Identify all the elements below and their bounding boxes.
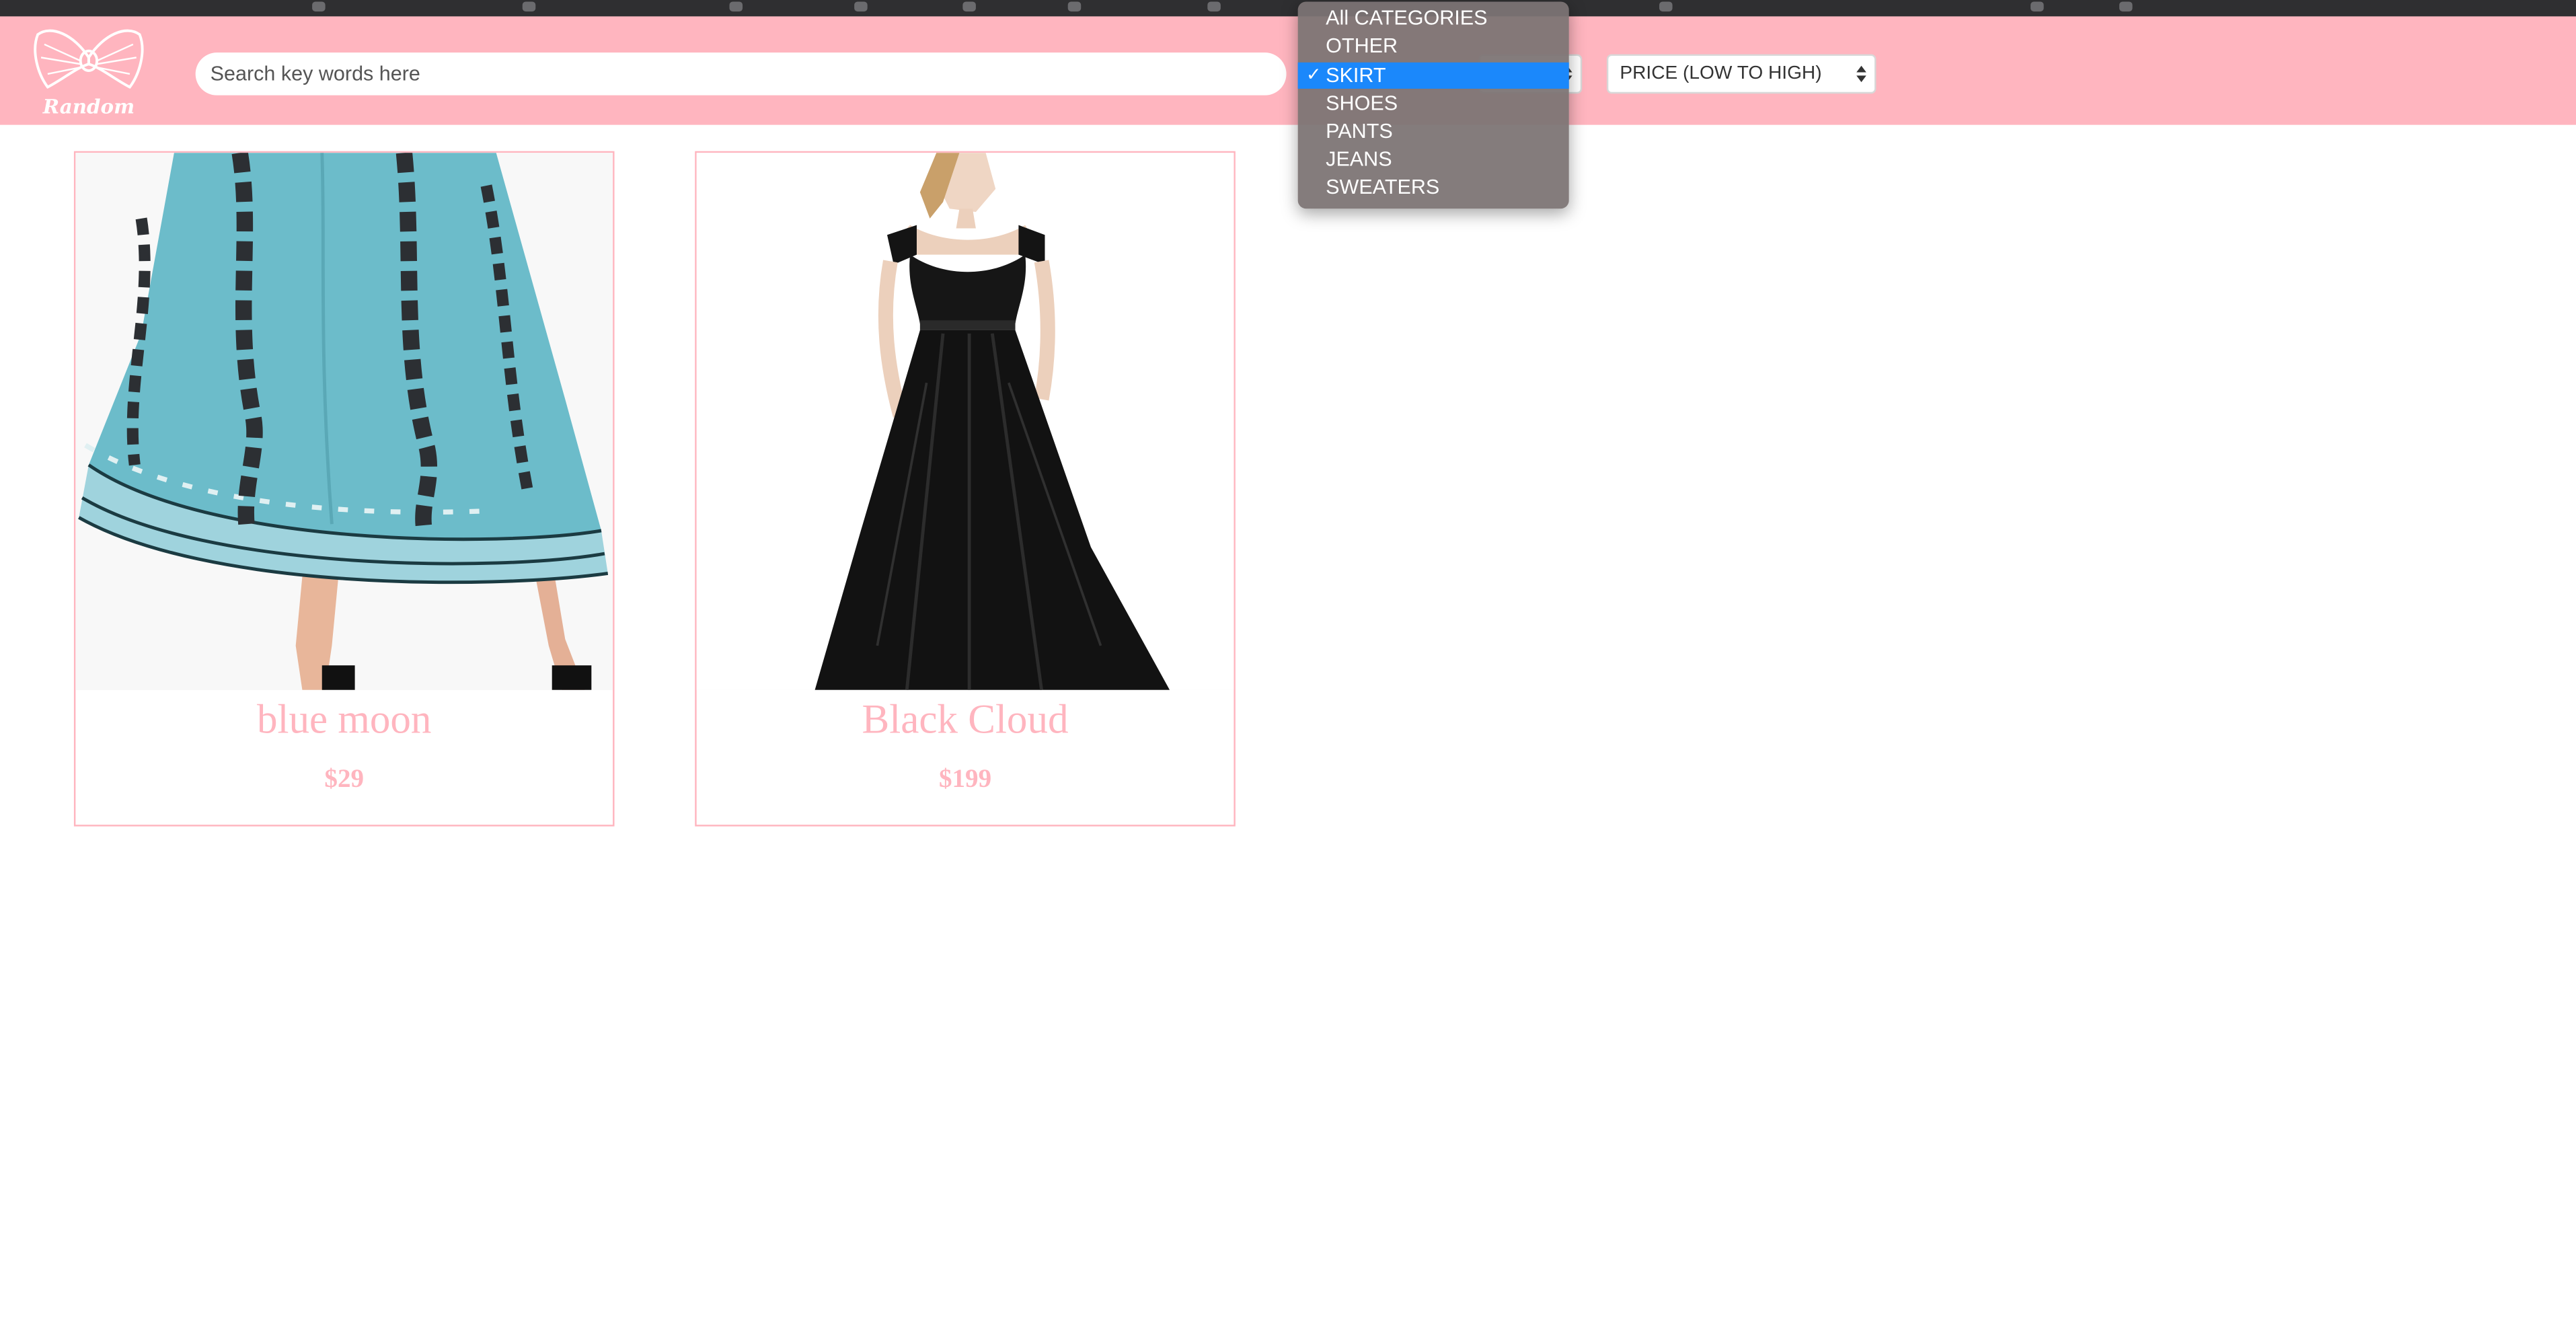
checkmark-icon: ✓ [1305, 65, 1322, 86]
product-image[interactable] [696, 153, 1234, 690]
category-option-other[interactable]: OTHER [1298, 33, 1569, 59]
sort-select-value: PRICE (LOW TO HIGH) [1620, 64, 1822, 84]
search-input[interactable] [195, 52, 1287, 96]
logo[interactable]: Random [31, 22, 146, 123]
select-arrows-icon [1856, 65, 1866, 83]
sort-select[interactable]: PRICE (LOW TO HIGH) [1606, 54, 1877, 94]
black-gown-photo-icon [696, 153, 1234, 690]
site-header: Random PRICE (LOW TO HIGH) [0, 16, 2576, 125]
option-label: All CATEGORIES [1326, 6, 1488, 30]
option-label: JEANS [1326, 147, 1392, 172]
teal-paisley-skirt-photo-icon [75, 153, 613, 690]
browser-bookmarks-bar [0, 0, 2576, 17]
product-price: $29 [324, 765, 365, 794]
option-label: OTHER [1326, 34, 1398, 58]
category-option-pants[interactable]: PANTS [1298, 118, 1569, 145]
brand-name: Random [42, 95, 135, 118]
category-option-sweaters[interactable]: SWEATERS [1298, 174, 1569, 200]
category-option-skirt[interactable]: ✓ SKIRT [1297, 62, 1569, 89]
product-image[interactable] [75, 153, 613, 690]
option-label: SHOES [1326, 91, 1398, 115]
product-name[interactable]: blue moon [75, 698, 613, 744]
category-option-jeans[interactable]: JEANS [1298, 146, 1569, 172]
category-option-all[interactable]: All CATEGORIES [1298, 5, 1569, 31]
product-price: $199 [938, 765, 992, 794]
option-label: SKIRT [1326, 64, 1386, 87]
bow-icon [34, 29, 144, 89]
category-dropdown-menu: All CATEGORIES OTHER ✓ SKIRT SHOES PANTS… [1297, 1, 1569, 209]
viewport: Random PRICE (LOW TO HIGH) All CATEGORIE… [0, 0, 2576, 1321]
category-option-shoes[interactable]: SHOES [1298, 90, 1569, 116]
product-name[interactable]: Black Cloud [697, 698, 1234, 744]
option-label: SWEATERS [1326, 176, 1440, 199]
option-label: PANTS [1326, 120, 1393, 143]
product-card[interactable]: blue moon $29 [73, 151, 615, 827]
product-card[interactable]: Black Cloud $199 [695, 151, 1236, 827]
